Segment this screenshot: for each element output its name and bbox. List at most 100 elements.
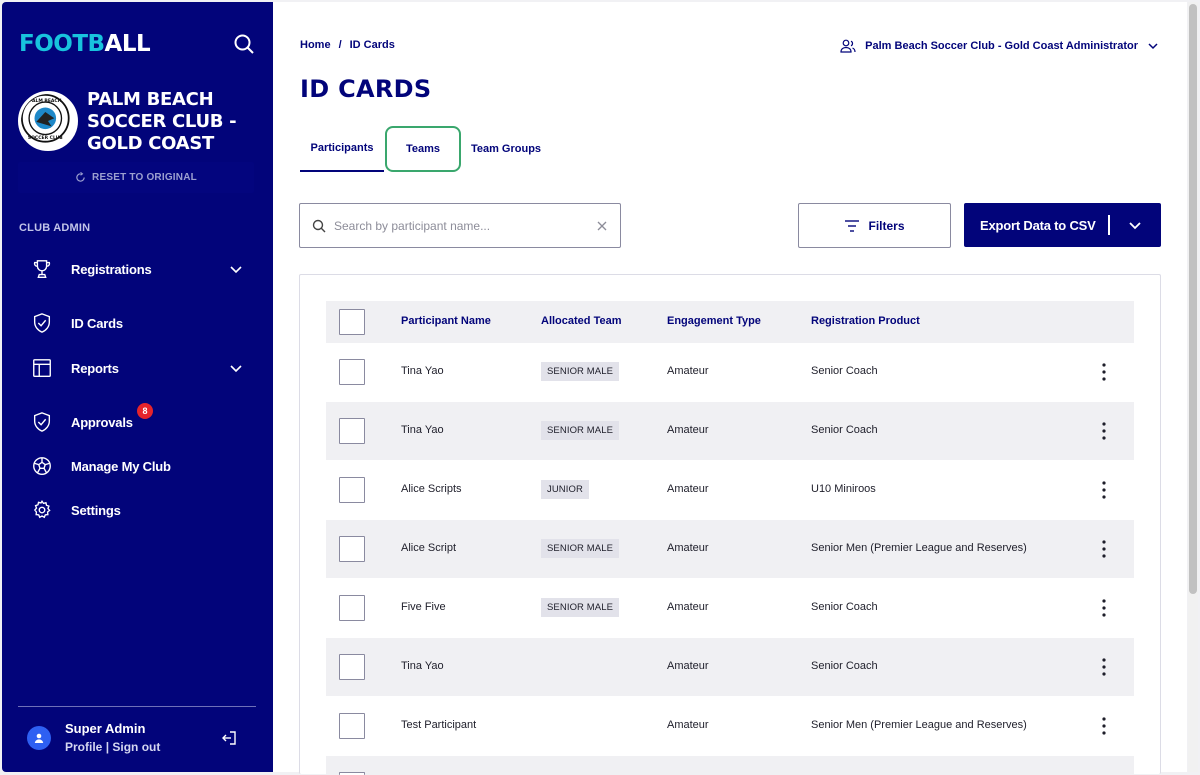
team-tag: JUNIOR	[541, 480, 589, 499]
team-tag: SENIOR MALE	[541, 598, 620, 617]
row-checkbox[interactable]	[339, 595, 365, 621]
row-checkbox[interactable]	[339, 713, 365, 739]
brand-part1: FOOTB	[19, 31, 105, 57]
filters-label: Filters	[868, 218, 905, 233]
breadcrumb-home[interactable]: Home	[300, 39, 331, 51]
column-header-engagement-type[interactable]: Engagement Type	[667, 315, 761, 327]
shield-check-icon	[30, 311, 54, 335]
more-options-icon[interactable]	[1098, 362, 1110, 382]
soccer-ball-icon	[30, 454, 54, 478]
table-row[interactable]: Tina Yao Amateur Senior Coach	[326, 638, 1134, 696]
row-checkbox[interactable]	[339, 536, 365, 562]
sidebar-item-registrations[interactable]: Registrations	[30, 254, 255, 284]
sidebar-item-id-cards[interactable]: ID Cards	[30, 308, 255, 338]
table-row[interactable]: Alice Script SENIOR MALE Amateur Senior …	[326, 520, 1134, 578]
chevron-down-icon	[1148, 43, 1158, 50]
reset-to-original-button[interactable]: RESET TO ORIGINAL	[18, 162, 254, 193]
table-row[interactable]: Tina Yao SENIOR MALE Amateur Senior Coac…	[326, 402, 1134, 460]
team-tag: SENIOR MALE	[541, 421, 620, 440]
clear-icon[interactable]	[596, 220, 608, 232]
table-row[interactable]	[326, 756, 1134, 775]
svg-text:SOCCER CLUB: SOCCER CLUB	[28, 135, 63, 141]
svg-text:PALM BEACH: PALM BEACH	[29, 98, 62, 104]
participant-name: Tina Yao	[401, 660, 444, 672]
filters-button[interactable]: Filters	[798, 203, 951, 248]
sidebar-item-label: Approvals	[71, 414, 133, 430]
participant-name: Five Five	[401, 601, 446, 613]
table-row[interactable]: Five Five SENIOR MALE Amateur Senior Coa…	[326, 579, 1134, 637]
registration-product: Senior Coach	[811, 660, 878, 672]
user-links: Profile | Sign out	[65, 740, 160, 754]
export-csv-button[interactable]: Export Data to CSV	[964, 203, 1161, 247]
search-input[interactable]	[334, 218, 596, 233]
sidebar-item-label: Registrations	[71, 261, 152, 277]
tab-teams[interactable]: Teams	[385, 126, 461, 172]
account-switcher[interactable]: Palm Beach Soccer Club - Gold Coast Admi…	[840, 38, 1159, 54]
scrollbar-thumb[interactable]	[1189, 4, 1197, 594]
tab-participants[interactable]: Participants	[300, 126, 384, 172]
column-header-allocated-team[interactable]: Allocated Team	[541, 315, 622, 327]
sidebar-item-settings[interactable]: Settings	[30, 495, 255, 525]
more-options-icon[interactable]	[1098, 598, 1110, 618]
registration-product: Senior Men (Premier League and Reserves)	[811, 542, 1027, 554]
sidebar: FOOTBALL PALM BEACH SOCCER CLUB PALM BEA…	[2, 2, 273, 772]
column-header-registration-product[interactable]: Registration Product	[811, 315, 920, 327]
table-row[interactable]: Test Participant Amateur Senior Men (Pre…	[326, 697, 1134, 755]
search-icon[interactable]	[232, 32, 256, 56]
column-header-participant-name[interactable]: Participant Name	[401, 315, 491, 327]
registration-product: Senior Coach	[811, 424, 878, 436]
row-checkbox[interactable]	[339, 359, 365, 385]
more-options-icon[interactable]	[1098, 657, 1110, 677]
table-row[interactable]: Alice Scripts JUNIOR Amateur U10 Miniroo…	[326, 461, 1134, 519]
select-all-checkbox[interactable]	[339, 309, 365, 335]
signout-link[interactable]: Sign out	[112, 740, 160, 754]
section-label-club-admin: CLUB ADMIN	[19, 222, 91, 234]
tab-team-groups[interactable]: Team Groups	[461, 126, 551, 172]
engagement-type: Amateur	[667, 424, 709, 436]
user-icon	[34, 733, 44, 743]
team-tag: SENIOR MALE	[541, 362, 620, 381]
engagement-type: Amateur	[667, 483, 709, 495]
tab-bar: Participants Teams Team Groups	[300, 126, 551, 172]
sidebar-divider	[18, 706, 256, 707]
registration-product: Senior Men (Premier League and Reserves)	[811, 719, 1027, 731]
avatar[interactable]	[27, 726, 51, 750]
participant-name: Alice Script	[401, 542, 457, 554]
breadcrumb: Home / ID Cards	[300, 39, 395, 51]
export-label: Export Data to CSV	[980, 217, 1096, 233]
logout-icon[interactable]	[220, 729, 238, 747]
row-checkbox[interactable]	[339, 654, 365, 680]
breadcrumb-id-cards[interactable]: ID Cards	[350, 39, 395, 51]
participants-table: Participant Name Allocated Team Engageme…	[299, 274, 1161, 775]
chevron-down-icon[interactable]	[1127, 217, 1143, 233]
approvals-count-badge: 8	[137, 403, 153, 419]
chevron-down-icon	[230, 365, 242, 373]
row-checkbox[interactable]	[339, 477, 365, 503]
more-options-icon[interactable]	[1098, 539, 1110, 559]
account-label: Palm Beach Soccer Club - Gold Coast Admi…	[865, 40, 1138, 52]
profile-link[interactable]: Profile	[65, 740, 102, 754]
reset-label: RESET TO ORIGINAL	[92, 172, 197, 183]
button-divider	[1108, 215, 1110, 235]
table-row[interactable]: Tina Yao SENIOR MALE Amateur Senior Coac…	[326, 343, 1134, 401]
gear-icon	[30, 498, 54, 522]
sidebar-item-manage-my-club[interactable]: Manage My Club	[30, 451, 255, 481]
filter-icon	[845, 219, 860, 232]
engagement-type: Amateur	[667, 719, 709, 731]
more-options-icon[interactable]	[1098, 716, 1110, 736]
sidebar-item-approvals[interactable]: Approvals 8	[30, 403, 255, 437]
engagement-type: Amateur	[667, 601, 709, 613]
more-options-icon[interactable]	[1098, 421, 1110, 441]
sidebar-item-label: Reports	[71, 360, 119, 376]
sidebar-item-reports[interactable]: Reports	[30, 353, 255, 383]
search-icon	[312, 219, 326, 232]
brand-part2: ALL	[104, 31, 151, 57]
chevron-down-icon	[230, 266, 242, 274]
shield-check-icon	[30, 410, 54, 434]
registration-product: Senior Coach	[811, 365, 878, 377]
participant-name: Test Participant	[401, 719, 477, 731]
football-logo[interactable]: FOOTBALL	[19, 31, 151, 57]
participant-name: Tina Yao	[401, 424, 444, 436]
row-checkbox[interactable]	[339, 418, 365, 444]
more-options-icon[interactable]	[1098, 480, 1110, 500]
